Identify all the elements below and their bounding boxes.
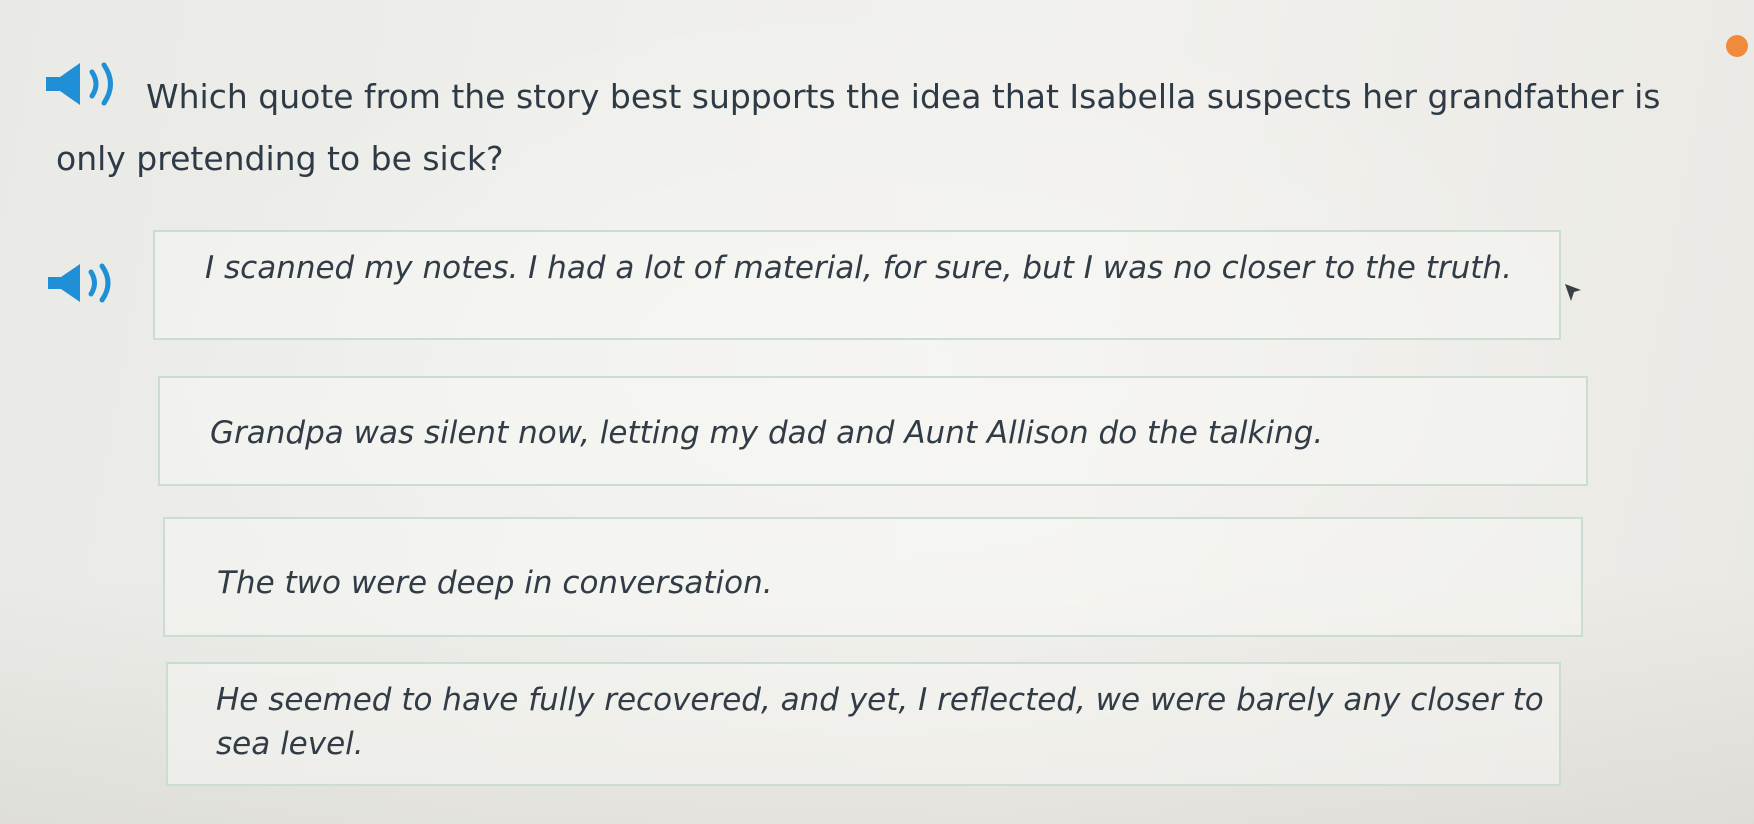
answer-choice-2[interactable]: Grandpa was silent now, letting my dad a… [158,376,1588,486]
answer-choice-text: The two were deep in conversation. [217,565,773,601]
answer-choice-3[interactable]: The two were deep in conversation. [163,517,1583,637]
answer-choice-text: I scanned my notes. I had a lot of mater… [205,250,1512,286]
question-text: Which quote from the story best supports… [56,77,1661,178]
mouse-pointer-icon [1563,282,1583,308]
speaker-icon [44,261,126,305]
answer-choice-text: He seemed to have fully recovered, and y… [216,682,1544,762]
answer-choice-1[interactable]: I scanned my notes. I had a lot of mater… [153,230,1561,340]
answer-choice-4[interactable]: He seemed to have fully recovered, and y… [166,662,1561,786]
choice-1-audio-button[interactable] [44,261,126,305]
status-dot-icon [1726,35,1748,57]
answer-choice-text: Grandpa was silent now, letting my dad a… [210,415,1324,451]
